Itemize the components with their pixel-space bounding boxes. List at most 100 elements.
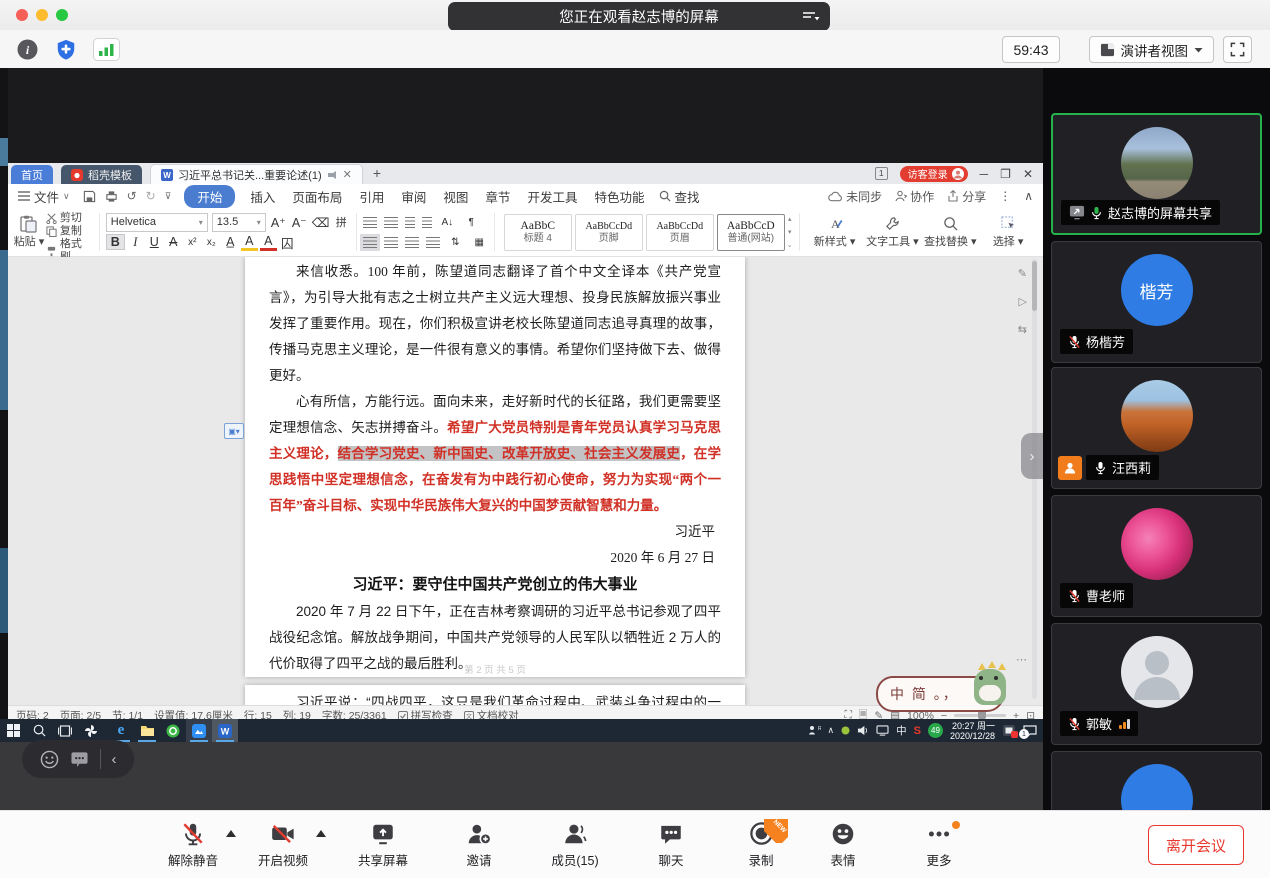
unmute-button[interactable]: 解除静音 — [152, 815, 234, 875]
grow-font-button[interactable]: A⁺ — [270, 215, 287, 230]
wps-tab-home[interactable]: 首页 — [11, 165, 53, 184]
font-name-select[interactable]: Helvetica▾ — [106, 213, 208, 232]
wps-tab-docer[interactable]: 稻壳模板 — [61, 165, 142, 184]
menu-tab-references[interactable]: 引用 — [357, 186, 386, 207]
undo-icon[interactable]: ↺ — [127, 189, 137, 203]
guest-login-button[interactable]: 访客登录 — [900, 166, 968, 182]
pinwheel-app-icon[interactable] — [78, 719, 104, 742]
minimize-window-light[interactable] — [36, 9, 48, 21]
sync-status[interactable]: 未同步 — [828, 188, 882, 205]
sidebar-collapse-handle[interactable]: › — [1021, 433, 1043, 479]
char-border-icon[interactable]: 囚 — [279, 233, 296, 252]
menu-tab-section[interactable]: 章节 — [483, 186, 512, 207]
zoom-slider[interactable] — [954, 714, 1006, 717]
sort-icon[interactable]: A↓ — [439, 217, 456, 228]
participant-tile[interactable]: 楷芳 杨楷芳 — [1051, 241, 1262, 363]
collapse-pill-icon[interactable]: ‹ — [112, 751, 117, 768]
style-header[interactable]: AaBbCcDd 页眉 — [646, 214, 714, 251]
collapse-ribbon-icon[interactable]: ∧ — [1024, 189, 1033, 203]
restore-icon[interactable]: ❐ — [1000, 168, 1011, 180]
chat-button[interactable]: 聊天 — [630, 815, 712, 875]
clear-format-icon[interactable]: ⌫ — [312, 215, 329, 230]
taskbar-explorer-button[interactable] — [134, 719, 160, 742]
participant-tile-partial[interactable] — [1051, 751, 1262, 810]
participant-tile-sharer[interactable]: 赵志博的屏幕共享 — [1051, 113, 1262, 235]
text-tool-button[interactable]: 文字工具 ▾ — [864, 210, 922, 254]
redo-icon[interactable]: ↻ — [146, 189, 156, 203]
meeting-security-shield-icon[interactable] — [55, 38, 77, 61]
file-menu[interactable]: 文件 ∨ — [18, 187, 70, 206]
sogou-icon[interactable]: S — [914, 725, 921, 737]
underline-button[interactable]: U — [146, 235, 163, 249]
show-hidden-icons[interactable]: ∧ — [828, 725, 835, 736]
style-footer[interactable]: AaBbCcDd 页脚 — [575, 214, 643, 251]
fullscreen-button[interactable] — [1223, 36, 1252, 63]
adjust-tool-icon[interactable]: ⇆ — [1018, 323, 1027, 336]
members-button[interactable]: 成员(15) — [534, 815, 616, 875]
taskbar-wps-button[interactable]: W — [212, 719, 238, 742]
font-size-select[interactable]: 13.5▾ — [212, 213, 266, 232]
cut-button[interactable]: 剪切 — [46, 212, 93, 225]
close-icon[interactable]: ✕ — [1023, 168, 1033, 180]
view-mode-button[interactable]: 演讲者视图 — [1089, 36, 1215, 63]
zoom-slider-knob[interactable] — [978, 711, 986, 719]
print-icon[interactable] — [105, 190, 118, 203]
wps-tab-document[interactable]: W 习近平总书记关...重要论述(1) ✕ — [150, 164, 363, 184]
document-page-3[interactable]: 习近平说：“四战四平，这只是我们革命过程中、武装斗争过程中的一战。我们从 — [245, 685, 745, 705]
invite-button[interactable]: 邀请 — [438, 815, 520, 875]
more-button[interactable]: 更多 — [898, 815, 980, 875]
taskbar-edge-button[interactable]: e — [108, 719, 134, 742]
align-right-button[interactable] — [405, 237, 419, 248]
share-button[interactable]: 分享 — [947, 188, 986, 205]
action-center-icon[interactable]: 1 — [1023, 724, 1037, 737]
shrink-font-button[interactable]: A⁻ — [291, 215, 308, 230]
document-page-2[interactable]: 来信收悉。100 年前，陈望道同志翻译了首个中文全译本《共产党宣言》，为引导大批… — [245, 257, 745, 677]
style-gallery-down[interactable]: ▾ — [788, 228, 792, 236]
search-button[interactable] — [26, 719, 52, 742]
start-button[interactable] — [0, 719, 26, 742]
record-button[interactable]: 录制 NEW — [720, 815, 802, 875]
zoom-window-light[interactable] — [56, 9, 68, 21]
leave-meeting-button[interactable]: 离开会议 — [1148, 825, 1244, 865]
menu-tab-insert[interactable]: 插入 — [248, 186, 277, 207]
share-screen-button[interactable]: 共享屏幕 — [342, 815, 424, 875]
align-center-button[interactable] — [384, 237, 398, 248]
task-view-button[interactable] — [52, 719, 78, 742]
style-gallery-up[interactable]: ▴ — [788, 215, 792, 223]
window-switch-icon[interactable]: 1 — [875, 167, 888, 180]
italic-button[interactable]: I — [127, 235, 144, 250]
menu-tab-page-layout[interactable]: 页面布局 — [290, 186, 344, 207]
find-replace-button[interactable]: 查找替换 ▾ — [921, 210, 979, 254]
find-box[interactable]: 查找 — [659, 187, 699, 206]
show-marks-icon[interactable]: ¶ — [463, 217, 480, 228]
justify-button[interactable] — [426, 237, 440, 248]
menu-tab-start[interactable]: 开始 — [184, 185, 235, 208]
eraser-tool-icon[interactable]: ✎ — [1018, 267, 1027, 280]
pinyin-guide-icon[interactable]: 拼 — [333, 214, 350, 230]
start-video-button[interactable]: 开启视频 — [242, 815, 324, 875]
increase-indent-button[interactable] — [422, 217, 432, 228]
shading-icon[interactable]: ▦ — [471, 237, 488, 248]
doc-scrollbar-thumb[interactable] — [1032, 261, 1037, 311]
bold-button[interactable]: B — [106, 234, 125, 250]
minimize-icon[interactable]: ─ — [980, 168, 989, 180]
style-gallery-more[interactable]: ⌄ — [787, 241, 793, 249]
network-icon[interactable] — [876, 725, 889, 736]
taskbar-meeting-button[interactable] — [186, 719, 212, 742]
menu-tab-review[interactable]: 审阅 — [399, 186, 428, 207]
decrease-indent-button[interactable] — [405, 217, 415, 228]
more-commands-icon[interactable]: ⊽ — [165, 191, 172, 202]
more-menu-icon[interactable]: ⋮ — [999, 189, 1011, 203]
align-left-button[interactable] — [363, 237, 377, 248]
tab-close-icon[interactable]: ✕ — [343, 168, 352, 181]
volume-icon[interactable] — [857, 725, 869, 736]
taskbar-browser-button[interactable] — [160, 719, 186, 742]
subscript-button[interactable]: x₂ — [203, 237, 220, 248]
ime-status-bubble[interactable]: 中 简 。， — [876, 676, 1004, 712]
style-normal-web[interactable]: AaBbCcD 普通(网站) — [717, 214, 785, 251]
select-button[interactable]: 选择 ▾ — [979, 210, 1037, 254]
new-tab-button[interactable]: + — [373, 165, 381, 181]
menu-tab-view[interactable]: 视图 — [441, 186, 470, 207]
document-canvas[interactable]: 来信收悉。100 年前，陈望道同志翻译了首个中文全译本《共产党宣言》，为引导大批… — [8, 257, 1043, 705]
reaction-smiley-icon[interactable] — [40, 750, 59, 769]
